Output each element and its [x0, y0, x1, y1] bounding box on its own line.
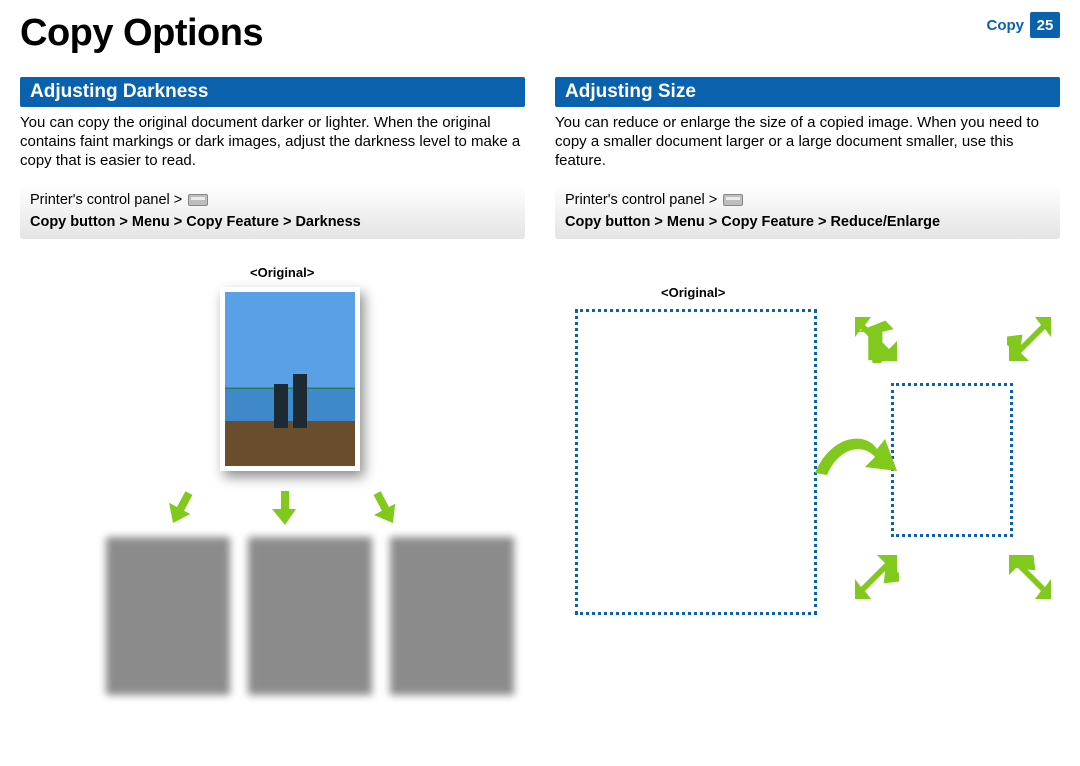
arrow-down-icon: [272, 491, 298, 525]
copy-result-medium: [248, 537, 372, 695]
heading-adjusting-darkness: Adjusting Darkness: [20, 77, 525, 107]
body-adjusting-size: You can reduce or enlarge the size of a …: [555, 113, 1060, 171]
original-photo: [220, 287, 360, 471]
nav-path-darkness: Printer's control panel > Copy button > …: [20, 185, 525, 239]
scanner-icon: [723, 194, 743, 206]
heading-adjusting-size: Adjusting Size: [555, 77, 1060, 107]
photo-image: [225, 292, 355, 466]
scanner-icon: [188, 194, 208, 206]
nav-path-bold: Copy button > Menu > Copy Feature > Dark…: [30, 213, 361, 231]
body-adjusting-darkness: You can copy the original document darke…: [20, 113, 525, 171]
original-outline: [575, 309, 817, 615]
arrow-in-icon: [1003, 313, 1055, 365]
content-columns: Adjusting Darkness You can copy the orig…: [0, 55, 1080, 699]
diagram-darkness: <Original>: [20, 259, 525, 699]
copy-result-light: [106, 537, 230, 695]
page-header: Copy Options Copy 25: [0, 0, 1080, 55]
nav-path-prefix: Printer's control panel >: [30, 191, 182, 209]
arrow-in-icon: [851, 551, 903, 603]
nav-path-bold: Copy button > Menu > Copy Feature > Redu…: [565, 213, 940, 231]
diagram-size: <Original>: [555, 259, 1060, 659]
page-number-area: Copy 25: [987, 12, 1061, 38]
copy-result-dark: [390, 537, 514, 695]
original-label: <Original>: [250, 265, 314, 280]
arrow-down-icon: [366, 487, 405, 529]
column-adjusting-darkness: Adjusting Darkness You can copy the orig…: [20, 77, 525, 699]
arrow-curve-icon: [811, 427, 901, 487]
original-label: <Original>: [661, 285, 725, 300]
arrow-down-icon: [162, 487, 201, 529]
nav-path-size: Printer's control panel > Copy button > …: [555, 185, 1060, 239]
column-adjusting-size: Adjusting Size You can reduce or enlarge…: [555, 77, 1060, 699]
reduced-outline: [891, 383, 1013, 537]
page-number-badge: 25: [1030, 12, 1060, 38]
section-name: Copy: [987, 17, 1025, 34]
arrow-in-icon: [1003, 551, 1055, 603]
arrow-in-icon: [851, 313, 903, 365]
nav-path-prefix: Printer's control panel >: [565, 191, 717, 209]
page-title: Copy Options: [20, 12, 263, 55]
